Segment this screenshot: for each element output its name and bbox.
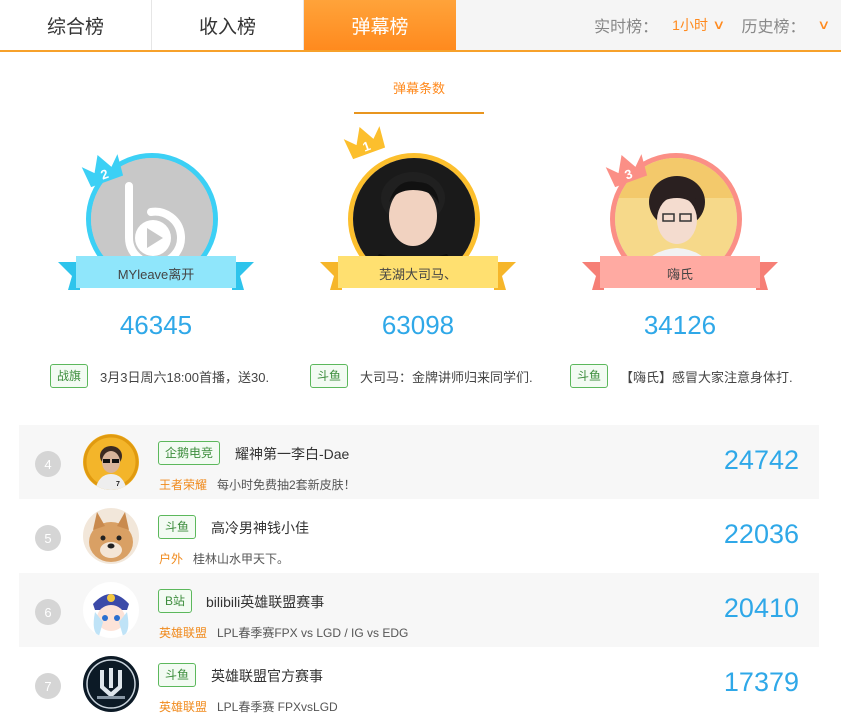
- streamer-name[interactable]: MYleave离开: [58, 256, 254, 290]
- rank-badge: 6: [35, 599, 61, 625]
- ranking-tab-bar: 综合榜 收入榜 弹幕榜 实时榜： 1小时 ∨ 历史榜： ∨: [0, 0, 841, 52]
- streamer-name[interactable]: bilibili英雄联盟赛事: [206, 592, 324, 612]
- danmaku-count: 46345: [119, 310, 193, 340]
- category-link[interactable]: 王者荣耀: [159, 476, 207, 493]
- streamer-name[interactable]: 耀神第一李白-Dae: [235, 444, 349, 464]
- danmaku-count: 63098: [381, 310, 455, 340]
- stream-title[interactable]: LPL春季赛FPX vs LGD / IG vs EDG: [217, 624, 408, 641]
- ranking-list: 4 7 企鹅电竞 耀神第一李白-Dae 王者荣耀 每小时免费抽2套新皮肤！ 24…: [19, 425, 819, 721]
- tab-danmaku[interactable]: 弹幕榜: [304, 0, 456, 50]
- streamer-name[interactable]: 芜湖大司马、: [320, 256, 516, 290]
- avatar[interactable]: [83, 582, 139, 638]
- danmaku-count: 22036: [723, 519, 799, 549]
- list-item[interactable]: 4 7 企鹅电竞 耀神第一李白-Dae 王者荣耀 每小时免费抽2套新皮肤！ 24…: [19, 425, 819, 499]
- crown-icon: 3: [605, 154, 648, 188]
- crown-icon: 1: [343, 126, 386, 160]
- chevron-down-icon[interactable]: ∨: [818, 17, 831, 33]
- platform-tag: 斗鱼: [158, 515, 197, 539]
- danmaku-count: 17379: [723, 667, 799, 697]
- streamer-name[interactable]: 英雄联盟官方赛事: [211, 666, 323, 686]
- avatar[interactable]: [83, 508, 139, 564]
- svg-text:7: 7: [116, 481, 120, 488]
- streamer-name[interactable]: 高冷男神钱小佳: [211, 518, 309, 538]
- subtab-underline: [354, 112, 484, 114]
- rank-badge: 5: [35, 525, 61, 551]
- stream-title[interactable]: 桂林山水甲天下。: [193, 550, 289, 567]
- realtime-label: 实时榜：: [594, 19, 659, 36]
- list-item[interactable]: 7 斗鱼 英雄联盟官方赛事 英雄联盟 LPL春季赛 FPXvsLGD 17379: [19, 647, 819, 721]
- podium-desc-rank-2: 战旗 3月3日周六18:00首播，送30.: [50, 363, 269, 389]
- platform-tag: 战旗: [50, 364, 89, 388]
- avatar[interactable]: 7: [83, 434, 139, 490]
- crown-icon: 2: [81, 154, 124, 188]
- avatar-photo: [83, 508, 139, 564]
- category-link[interactable]: 户外: [159, 550, 183, 567]
- danmaku-count: 24742: [723, 445, 799, 475]
- stream-title[interactable]: 大司马：金牌讲师归来同学们.: [360, 367, 533, 386]
- stream-title[interactable]: 每小时免费抽2套新皮肤！: [217, 476, 356, 493]
- lol-esports-logo-icon: [83, 656, 139, 712]
- history-label: 历史榜：: [741, 19, 806, 36]
- platform-tag: 斗鱼: [570, 364, 609, 388]
- podium-desc-rank-1: 斗鱼 大司马：金牌讲师归来同学们.: [310, 363, 533, 389]
- tab-income[interactable]: 收入榜: [152, 0, 304, 50]
- category-link[interactable]: 英雄联盟: [159, 624, 207, 641]
- platform-tag: 斗鱼: [310, 364, 349, 388]
- stream-title[interactable]: LPL春季赛 FPXvsLGD: [217, 698, 338, 715]
- realtime-select[interactable]: 1小时: [672, 15, 708, 35]
- podium-rank-3[interactable]: 3 嗨氏 34126: [582, 120, 782, 400]
- tab-overall[interactable]: 综合榜: [0, 0, 152, 50]
- danmaku-count: 34126: [643, 310, 717, 340]
- rank-badge: 4: [35, 451, 61, 477]
- list-item[interactable]: 5 斗鱼 高冷男神钱小佳 户外 桂林山水甲天下。 22036: [19, 499, 819, 573]
- rank-badge: 7: [35, 673, 61, 699]
- avatar[interactable]: [83, 656, 139, 712]
- avatar-photo: [83, 582, 139, 638]
- category-link[interactable]: 英雄联盟: [159, 698, 207, 715]
- stream-title[interactable]: 3月3日周六18:00首播，送30.: [100, 367, 269, 386]
- streamer-name[interactable]: 嗨氏: [582, 256, 778, 290]
- subtab-danmaku-count[interactable]: 弹幕条数: [354, 78, 484, 97]
- danmaku-count: 20410: [723, 593, 799, 623]
- time-filters: 实时榜： 1小时 ∨ 历史榜： ∨: [594, 0, 831, 50]
- list-item[interactable]: 6 B站 bilibili英雄联盟赛事 英雄联盟 LPL春季赛FPX vs LG…: [19, 573, 819, 647]
- stream-title[interactable]: 【嗨氏】感冒大家注意身体打.: [620, 367, 793, 386]
- podium-rank-1[interactable]: 1 芜湖大司马、 63098: [320, 120, 520, 400]
- podium-desc-rank-3: 斗鱼 【嗨氏】感冒大家注意身体打.: [570, 363, 793, 389]
- podium-rank-2[interactable]: 2 MYleave离开 46345: [58, 120, 258, 400]
- platform-tag: 斗鱼: [158, 663, 197, 687]
- platform-tag: B站: [158, 589, 193, 613]
- avatar-photo: 7: [83, 434, 139, 490]
- chevron-down-icon[interactable]: ∨: [712, 17, 725, 33]
- platform-tag: 企鹅电竞: [158, 441, 221, 465]
